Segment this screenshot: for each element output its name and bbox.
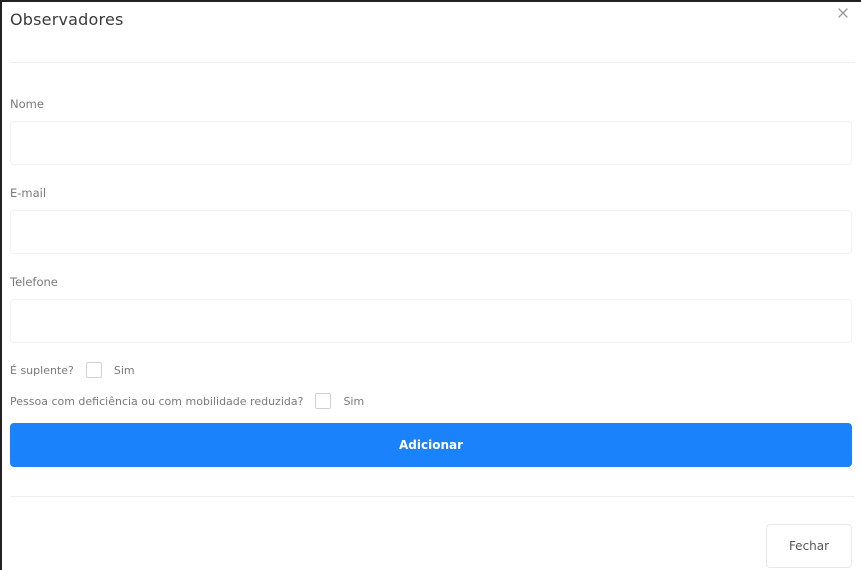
- substitute-option-label: Sim: [113, 363, 135, 377]
- modal-title: Observadores: [10, 10, 124, 29]
- name-label: Nome: [10, 97, 44, 111]
- observers-modal: Observadores Nome E-mail Telefone É supl…: [0, 0, 861, 570]
- email-label: E-mail: [10, 186, 47, 200]
- close-icon: [838, 8, 848, 18]
- disability-label: Pessoa com deficiência ou com mobilidade…: [10, 394, 304, 408]
- close-modal-button[interactable]: Fechar: [766, 524, 852, 568]
- substitute-checkbox[interactable]: [85, 362, 102, 378]
- disability-checkbox[interactable]: [315, 393, 332, 409]
- disability-row: Pessoa com deficiência ou com mobilidade…: [10, 393, 364, 409]
- email-input[interactable]: [10, 210, 852, 254]
- substitute-label: É suplente?: [10, 363, 74, 377]
- header-divider: [10, 62, 855, 63]
- disability-option-label: Sim: [343, 394, 365, 408]
- phone-label: Telefone: [10, 275, 58, 289]
- footer-divider: [10, 496, 855, 497]
- substitute-row: É suplente? Sim: [10, 362, 135, 378]
- phone-input[interactable]: [10, 299, 852, 343]
- close-button[interactable]: [835, 5, 851, 21]
- add-button[interactable]: Adicionar: [10, 423, 852, 467]
- name-input[interactable]: [10, 121, 852, 165]
